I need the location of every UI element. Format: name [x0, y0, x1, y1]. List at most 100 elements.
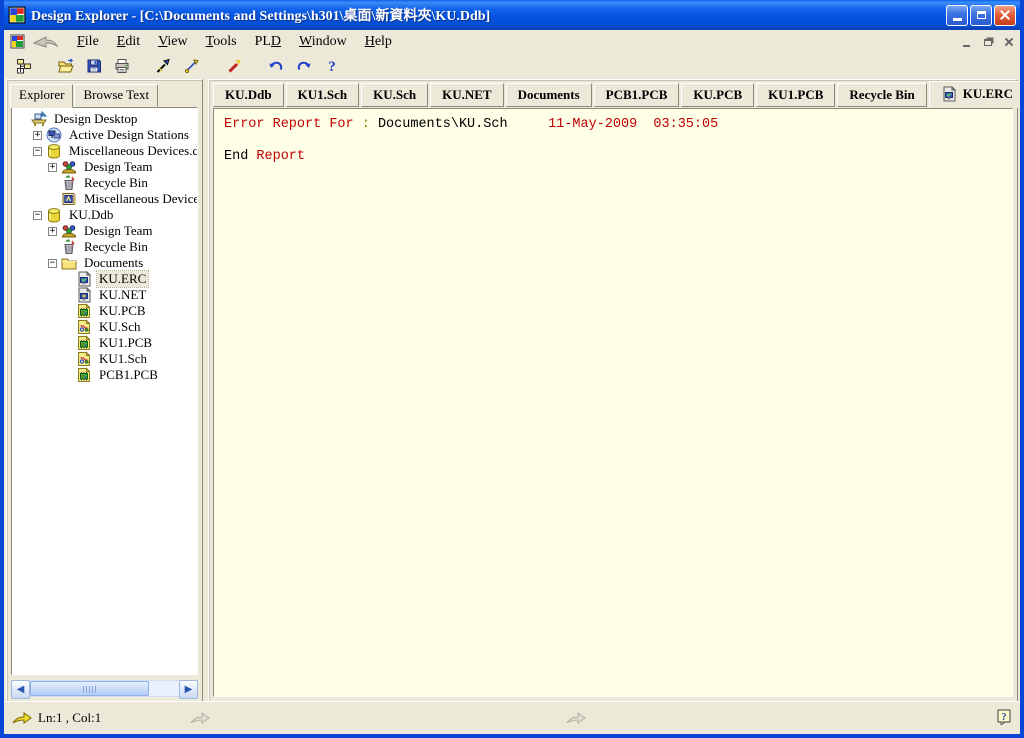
- close-button[interactable]: [994, 5, 1016, 26]
- library-icon: [61, 191, 78, 207]
- scrollbar-track[interactable]: [30, 680, 179, 697]
- menu-tools[interactable]: Tools: [197, 32, 246, 52]
- tree-item-recycle-bin[interactable]: Recycle Bin: [14, 175, 197, 191]
- tree-item-label: Miscellaneous Devices.lib: [82, 191, 198, 207]
- save-button[interactable]: [80, 53, 108, 78]
- tab-explorer[interactable]: Explorer: [10, 84, 73, 108]
- scroll-right-button[interactable]: ▶: [179, 680, 198, 699]
- tree-item-ku-pcb[interactable]: KU.PCB: [14, 303, 197, 319]
- doc-tab-ku-net[interactable]: KU.NET: [430, 83, 503, 107]
- wand-button[interactable]: [220, 53, 248, 78]
- doc-tab-label: KU.Sch: [373, 87, 416, 103]
- panels-toggle-button[interactable]: [10, 53, 38, 78]
- tree-item-design-team[interactable]: + Design Team: [14, 223, 197, 239]
- doc-tab-ku1-sch[interactable]: KU1.Sch: [286, 83, 359, 107]
- report-text-segment: End: [224, 149, 256, 164]
- report-text-segment: 11-May-2009 03:35:05: [548, 117, 718, 132]
- jump-arrow-disabled-icon: [566, 711, 586, 725]
- tree-item-ku-sch[interactable]: KU.Sch: [14, 319, 197, 335]
- tree-item-miscellaneous-devices-lib[interactable]: Miscellaneous Devices.lib: [14, 191, 197, 207]
- mdi-restore-button[interactable]: [978, 33, 997, 50]
- open-icon: [58, 58, 74, 74]
- doc-tab-pcb1-pcb[interactable]: PCB1.PCB: [594, 83, 680, 107]
- save-icon: [86, 58, 102, 74]
- explorer-panel-tabs: ExplorerBrowse Text: [7, 80, 202, 107]
- tree-item-design-desktop[interactable]: Design Desktop: [14, 111, 197, 127]
- menu-view[interactable]: View: [149, 32, 197, 52]
- mdi-minimize-icon: [963, 45, 970, 47]
- wire-button[interactable]: [178, 53, 206, 78]
- design-explorer-window: Design Explorer - [C:\Documents and Sett…: [0, 0, 1024, 738]
- tree-item-label: Design Team: [82, 223, 155, 239]
- doc-tab-ku-pcb[interactable]: KU.PCB: [681, 83, 754, 107]
- tree-item-label: Documents: [82, 255, 145, 271]
- document-window-icon: [10, 34, 26, 50]
- menu-window[interactable]: Window: [290, 32, 356, 52]
- menu-file[interactable]: File: [68, 32, 108, 52]
- doc-tab-ku-erc[interactable]: KU.ERC: [929, 81, 1024, 108]
- doc-tab-recycle-bin[interactable]: Recycle Bin: [837, 83, 926, 107]
- tree-item-pcb1-pcb[interactable]: PCB1.PCB: [14, 367, 197, 383]
- doc-tab-ku-ddb[interactable]: KU.Ddb: [213, 83, 284, 107]
- title-bar: Design Explorer - [C:\Documents and Sett…: [0, 0, 1024, 30]
- design-tree[interactable]: Design Desktop+Active Design Stations−Mi…: [11, 107, 198, 675]
- maximize-icon: [977, 11, 986, 19]
- report-text-segment: :: [354, 117, 378, 132]
- tree-item-ku1-sch[interactable]: KU1.Sch: [14, 351, 197, 367]
- tab-browse-text[interactable]: Browse Text: [74, 84, 158, 107]
- error-report-text-area[interactable]: Error Report For : Documents\KU.Sch 11-M…: [213, 108, 1013, 697]
- collapse-icon[interactable]: −: [33, 147, 42, 156]
- sch-doc-icon: [76, 351, 93, 367]
- tree-item-label: KU1.PCB: [97, 335, 154, 351]
- tree-item-label: KU.NET: [97, 287, 148, 303]
- tree-item-ku-ddb[interactable]: −KU.Ddb: [14, 207, 197, 223]
- menu-edit[interactable]: Edit: [108, 32, 149, 52]
- collapse-icon[interactable]: −: [48, 259, 57, 268]
- tree-item-design-team[interactable]: +Design Team: [14, 159, 197, 175]
- scrollbar-grip: [83, 686, 97, 693]
- expand-icon[interactable]: +: [48, 227, 57, 236]
- report-text-segment: Documents\KU.Sch: [378, 117, 508, 132]
- tree-item-active-design-stations[interactable]: + Active Design Stations: [14, 127, 197, 143]
- folder-icon: [61, 255, 78, 271]
- doc-tab-ku-sch[interactable]: KU.Sch: [361, 83, 428, 107]
- menu-help[interactable]: Help: [356, 32, 401, 52]
- doc-tab-ku1-pcb[interactable]: KU1.PCB: [756, 83, 835, 107]
- redo-button[interactable]: [290, 53, 318, 78]
- maximize-button[interactable]: [970, 5, 992, 26]
- cross-probe-button[interactable]: [150, 53, 178, 78]
- undo-button[interactable]: [262, 53, 290, 78]
- open-button[interactable]: [52, 53, 80, 78]
- tree-item-miscellaneous-devices-ddb[interactable]: −Miscellaneous Devices.ddb: [14, 143, 197, 159]
- doc-tab-label: KU.ERC: [963, 86, 1013, 102]
- document-tabs: KU.Ddb KU1.Sch KU.Sch KU.NETDocumentsPCB1.P…: [209, 80, 1017, 107]
- tree-item-documents[interactable]: − Documents: [14, 255, 197, 271]
- mdi-close-button[interactable]: [999, 33, 1018, 50]
- print-button[interactable]: [108, 53, 136, 78]
- tree-item-label: Active Design Stations: [67, 127, 191, 143]
- report-text-segment: Report: [256, 149, 305, 164]
- tree-item-label: Recycle Bin: [82, 239, 150, 255]
- tree-item-recycle-bin[interactable]: Recycle Bin: [14, 239, 197, 255]
- tree-item-ku-net[interactable]: KU.NET: [14, 287, 197, 303]
- doc-tab-label: KU1.Sch: [298, 87, 347, 103]
- mdi-restore-icon: [984, 39, 992, 46]
- scroll-left-button[interactable]: ◀: [11, 680, 30, 699]
- menu-pld[interactable]: PLD: [246, 32, 290, 52]
- expand-icon[interactable]: +: [33, 131, 42, 140]
- doc-tab-documents[interactable]: Documents: [506, 83, 592, 107]
- tree-item-ku-erc[interactable]: KU.ERC: [14, 271, 197, 287]
- mdi-minimize-button[interactable]: [957, 33, 976, 50]
- expand-icon[interactable]: +: [48, 163, 57, 172]
- help-button[interactable]: ?: [318, 53, 346, 78]
- menu-bar: FileEditViewToolsPLDWindowHelp: [4, 30, 1020, 53]
- document-panel: KU.Ddb KU1.Sch KU.Sch KU.NETDocumentsPCB1.P…: [208, 79, 1018, 702]
- wand-icon: [226, 58, 242, 74]
- scrollbar-thumb[interactable]: [30, 681, 149, 696]
- tree-item-ku1-pcb[interactable]: KU1.PCB: [14, 335, 197, 351]
- minimize-button[interactable]: [946, 5, 968, 26]
- pcb-doc-icon: [76, 303, 93, 319]
- help-bubble-icon[interactable]: ?: [997, 709, 1012, 725]
- collapse-icon[interactable]: −: [33, 211, 42, 220]
- database-icon: [46, 143, 63, 159]
